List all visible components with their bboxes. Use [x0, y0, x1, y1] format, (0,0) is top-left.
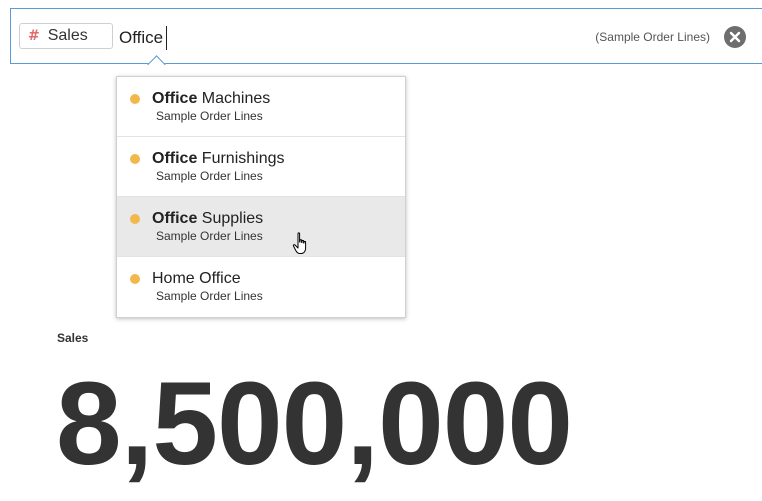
suggestion-title: Office Furnishings: [152, 150, 285, 167]
suggestion-title: Home Office: [152, 270, 241, 287]
suggestion-title: Office Supplies: [152, 210, 264, 227]
metric-value: 8,500,000: [56, 358, 573, 490]
close-circle-icon[interactable]: [724, 26, 746, 48]
chip-label: Sales: [47, 27, 88, 44]
search-bar[interactable]: # Sales Office (Sample Order Lines): [10, 8, 762, 64]
dimension-dot-icon: [130, 274, 140, 284]
suggestion-office-machines[interactable]: Office Machines Sample Order Lines: [117, 77, 405, 137]
dimension-dot-icon: [130, 214, 140, 224]
text-caret: [166, 26, 168, 50]
suggestion-office-supplies[interactable]: Office Supplies Sample Order Lines: [117, 197, 405, 257]
suggestion-dropdown: Office Machines Sample Order Lines Offic…: [116, 76, 406, 318]
suggestion-home-office[interactable]: Home Office Sample Order Lines: [117, 257, 405, 317]
search-input[interactable]: Office: [119, 26, 168, 50]
suggestion-title: Office Machines: [152, 90, 271, 107]
suggestion-source: Sample Order Lines: [156, 229, 263, 243]
data-source-context: (Sample Order Lines): [595, 30, 710, 44]
metric-label: Sales: [57, 331, 89, 345]
measure-chip-sales[interactable]: # Sales: [19, 23, 113, 49]
hash-icon: #: [28, 28, 40, 44]
dimension-dot-icon: [130, 94, 140, 104]
suggestion-office-furnishings[interactable]: Office Furnishings Sample Order Lines: [117, 137, 405, 197]
suggestion-source: Sample Order Lines: [156, 109, 263, 123]
suggestion-source: Sample Order Lines: [156, 169, 263, 183]
hand-pointer-icon: [292, 232, 312, 261]
dimension-dot-icon: [130, 154, 140, 164]
search-query-text: Office: [119, 28, 164, 47]
suggestion-source: Sample Order Lines: [156, 289, 263, 303]
